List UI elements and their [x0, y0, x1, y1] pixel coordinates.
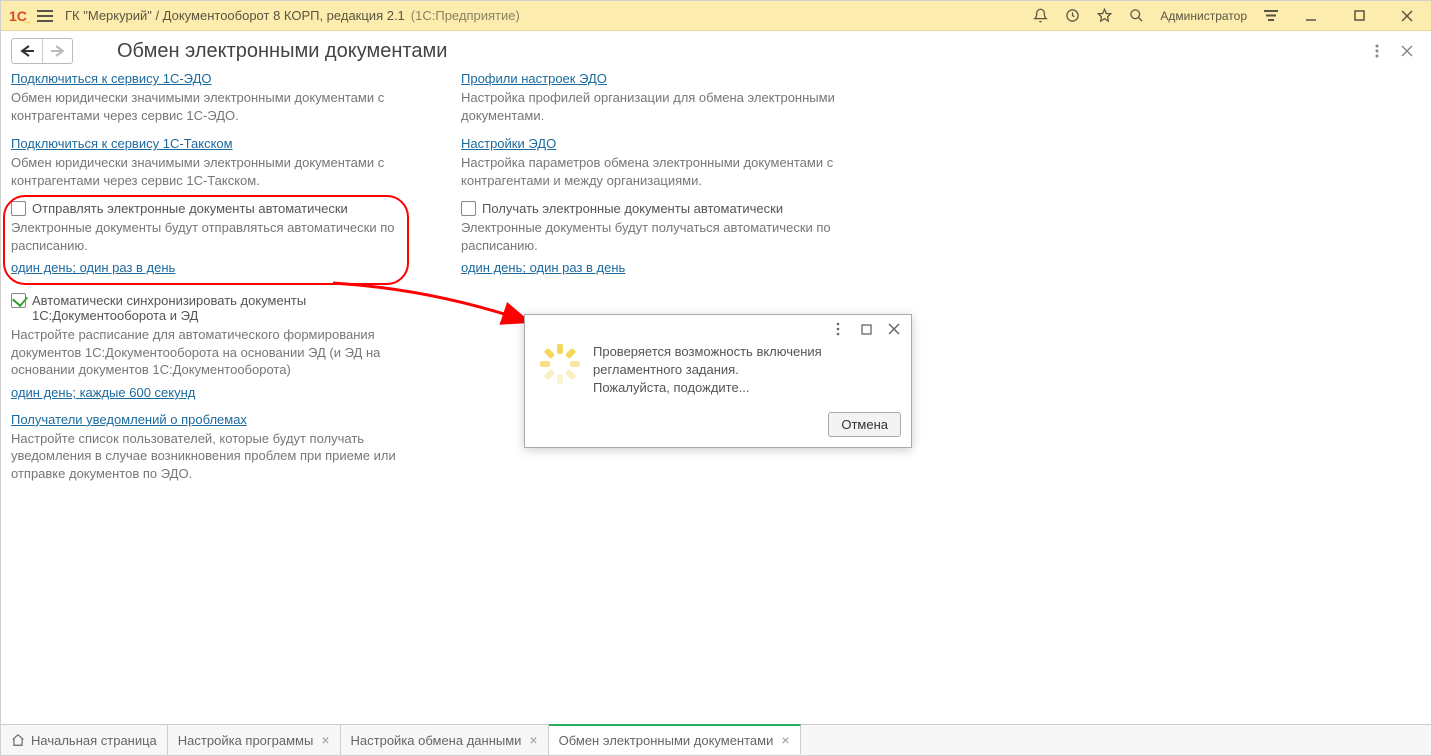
desc-connect-taxcom: Обмен юридически значимыми электронными …	[11, 154, 441, 189]
kebab-icon[interactable]	[1369, 43, 1385, 59]
checkbox-send-auto[interactable]	[11, 201, 26, 216]
desc-profiles: Настройка профилей организации для обмен…	[461, 89, 891, 124]
tab-exchange-settings-label: Настройка обмена данными	[351, 733, 522, 748]
tab-close-icon[interactable]: ×	[781, 733, 789, 747]
forward-button[interactable]	[42, 39, 72, 63]
tab-bar: Начальная страница Настройка программы ×…	[1, 724, 1431, 755]
tab-exchange-settings[interactable]: Настройка обмена данными ×	[341, 725, 549, 755]
tab-edo-exchange[interactable]: Обмен электронными документами ×	[549, 724, 801, 754]
label-receive-auto: Получать электронные документы автоматич…	[482, 201, 783, 216]
dialog-cancel-button[interactable]: Отмена	[828, 412, 901, 437]
dialog-line-1: Проверяется возможность включения	[593, 343, 822, 361]
link-profiles[interactable]: Профили настроек ЭДО	[461, 71, 607, 86]
page-close-icon[interactable]	[1399, 43, 1415, 59]
dialog-line-3: Пожалуйста, подождите...	[593, 379, 822, 397]
page-toolbar: Обмен электронными документами	[1, 31, 1431, 71]
close-button[interactable]	[1391, 2, 1423, 30]
spinner-icon	[539, 343, 581, 385]
label-send-auto: Отправлять электронные документы автомат…	[32, 201, 348, 216]
link-settings[interactable]: Настройки ЭДО	[461, 136, 556, 151]
tab-close-icon[interactable]: ×	[529, 733, 537, 747]
app-logo: 1C _	[9, 7, 31, 25]
link-recipients[interactable]: Получатели уведомлений о проблемах	[11, 412, 247, 427]
window-subtitle: (1С:Предприятие)	[411, 8, 520, 23]
link-receive-schedule[interactable]: один день; один раз в день	[461, 260, 625, 275]
dialog-progress: Проверяется возможность включения реглам…	[524, 314, 912, 448]
window-title: ГК "Меркурий" / Документооборот 8 КОРП, …	[65, 8, 405, 23]
label-sync: Автоматически синхронизировать документы…	[32, 293, 441, 323]
titlebar: 1C _ ГК "Меркурий" / Документооборот 8 К…	[1, 1, 1431, 31]
desc-send-auto: Электронные документы будут отправляться…	[11, 219, 441, 254]
tab-home-label: Начальная страница	[31, 733, 157, 748]
minimize-button[interactable]	[1295, 2, 1327, 30]
search-icon[interactable]	[1128, 8, 1144, 24]
back-button[interactable]	[12, 39, 42, 63]
user-label[interactable]: Администратор	[1160, 9, 1247, 23]
home-icon	[11, 733, 25, 747]
tab-close-icon[interactable]: ×	[321, 733, 329, 747]
tab-program-settings[interactable]: Настройка программы ×	[168, 725, 341, 755]
dialog-maximize-icon[interactable]	[857, 320, 875, 338]
checkbox-receive-auto[interactable]	[461, 201, 476, 216]
desc-settings: Настройка параметров обмена электронными…	[461, 154, 891, 189]
dialog-close-icon[interactable]	[885, 320, 903, 338]
link-send-schedule[interactable]: один день; один раз в день	[11, 260, 175, 275]
desc-connect-edo: Обмен юридически значимыми электронными …	[11, 89, 441, 124]
tab-edo-exchange-label: Обмен электронными документами	[559, 733, 774, 748]
hamburger-icon[interactable]	[37, 9, 53, 23]
link-connect-taxcom[interactable]: Подключиться к сервису 1С-Такском	[11, 136, 233, 151]
history-icon[interactable]	[1064, 8, 1080, 24]
settings-lines-icon[interactable]	[1263, 8, 1279, 24]
page-title: Обмен электронными документами	[117, 40, 447, 63]
star-icon[interactable]	[1096, 8, 1112, 24]
link-sync-schedule[interactable]: один день; каждые 600 секунд	[11, 385, 195, 400]
maximize-button[interactable]	[1343, 2, 1375, 30]
desc-sync: Настройте расписание для автоматического…	[11, 326, 441, 379]
tab-home[interactable]: Начальная страница	[1, 725, 168, 755]
desc-receive-auto: Электронные документы будут получаться а…	[461, 219, 891, 254]
bell-icon[interactable]	[1032, 8, 1048, 24]
svg-text:_: _	[24, 13, 31, 24]
checkbox-sync[interactable]	[11, 293, 26, 308]
dialog-kebab-icon[interactable]	[829, 320, 847, 338]
tab-program-settings-label: Настройка программы	[178, 733, 314, 748]
desc-recipients: Настройте список пользователей, которые …	[11, 430, 441, 483]
dialog-line-2: регламентного задания.	[593, 361, 822, 379]
link-connect-edo[interactable]: Подключиться к сервису 1С-ЭДО	[11, 71, 211, 86]
